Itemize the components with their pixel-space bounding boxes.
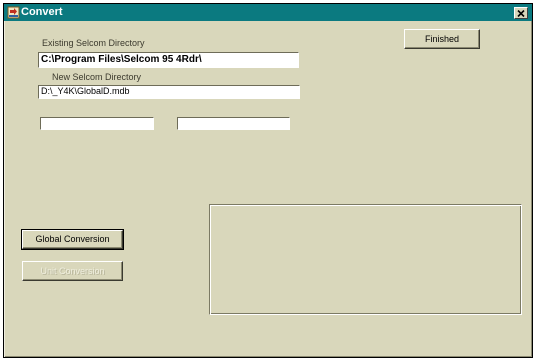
global-conversion-button[interactable]: Global Conversion — [21, 229, 124, 250]
status-field-right[interactable] — [177, 117, 290, 130]
close-button[interactable] — [514, 7, 528, 19]
window-title: Convert — [21, 6, 63, 18]
new-directory-label: New Selcom Directory — [52, 72, 142, 82]
output-panel — [209, 204, 522, 315]
close-icon — [517, 4, 525, 22]
status-field-left[interactable] — [40, 117, 154, 130]
existing-directory-field[interactable]: C:\Program Files\Selcom 95 4Rdr\ — [38, 52, 299, 68]
existing-directory-label: Existing Selcom Directory — [42, 38, 145, 48]
finished-button[interactable]: Finished — [404, 29, 480, 49]
unit-conversion-button: Unit Conversion — [22, 261, 123, 281]
new-directory-field[interactable]: D:\_Y4K\GlobalD.mdb — [38, 85, 300, 99]
convert-window: Convert Existing Selcom Directory C:\Pro… — [3, 3, 533, 358]
title-bar[interactable]: Convert — [4, 4, 532, 21]
convert-app-icon[interactable] — [7, 6, 20, 19]
